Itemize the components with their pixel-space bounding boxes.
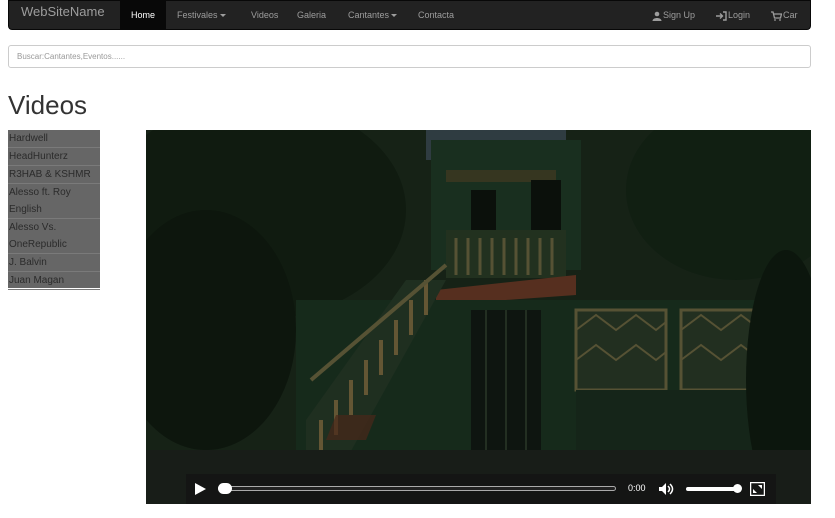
top-navbar: WebSiteName Home Festivales Videos Galer… — [8, 0, 811, 30]
video-controls: 0:00 — [186, 474, 776, 504]
login-icon — [716, 10, 727, 21]
sidebar-item-alesso-roy-english[interactable]: Alesso ft. Roy English — [8, 184, 100, 219]
nav-cantantes-label: Cantantes — [348, 10, 390, 20]
search-input[interactable] — [8, 45, 811, 68]
progress-bar[interactable] — [218, 486, 616, 491]
nav-signup[interactable]: Sign Up — [652, 1, 695, 30]
play-icon[interactable] — [194, 482, 207, 496]
volume-slider[interactable] — [686, 487, 738, 491]
progress-handle[interactable] — [218, 483, 232, 494]
brand-link[interactable]: WebSiteName — [21, 4, 105, 19]
video-frame — [146, 130, 811, 504]
cart-icon — [771, 10, 782, 21]
sidebar-item-j-balvin[interactable]: J. Balvin — [8, 254, 100, 272]
volume-handle[interactable] — [733, 484, 742, 493]
chevron-down-icon — [219, 14, 226, 18]
nav-home[interactable]: Home — [120, 1, 167, 30]
sidebar-item-hardwell[interactable]: Hardwell — [8, 130, 100, 148]
nav-car[interactable]: Car — [771, 1, 798, 30]
nav-car-label: Car — [783, 10, 798, 20]
sidebar-item-juan-magan[interactable]: Juan Magan — [8, 272, 100, 290]
sidebar-item-r3hab-kshmr[interactable]: R3HAB & KSHMR — [8, 166, 100, 184]
nav-login[interactable]: Login — [716, 1, 750, 30]
nav-cantantes[interactable]: Cantantes — [348, 1, 398, 30]
time-readout: 0:00 — [628, 483, 646, 493]
video-player[interactable]: 0:00 — [146, 130, 811, 504]
nav-festivales[interactable]: Festivales — [177, 1, 226, 30]
nav-contacta[interactable]: Contacta — [418, 1, 454, 30]
sidebar-item-alesso-onerepublic[interactable]: Alesso Vs. OneRepublic — [8, 219, 100, 254]
volume-icon[interactable] — [658, 482, 676, 496]
chevron-down-icon — [391, 14, 398, 18]
user-icon — [652, 11, 662, 21]
artist-sidebar: Hardwell HeadHunterz R3HAB & KSHMR Aless… — [8, 130, 100, 290]
nav-signup-label: Sign Up — [663, 10, 696, 20]
sidebar-item-headhunterz[interactable]: HeadHunterz — [8, 148, 100, 166]
page-title: Videos — [8, 90, 88, 120]
nav-festivales-label: Festivales — [177, 10, 218, 20]
nav-login-label: Login — [728, 10, 751, 20]
nav-videos[interactable]: Videos — [251, 1, 278, 30]
fullscreen-icon[interactable] — [750, 482, 765, 496]
nav-galeria[interactable]: Galeria — [297, 1, 326, 30]
